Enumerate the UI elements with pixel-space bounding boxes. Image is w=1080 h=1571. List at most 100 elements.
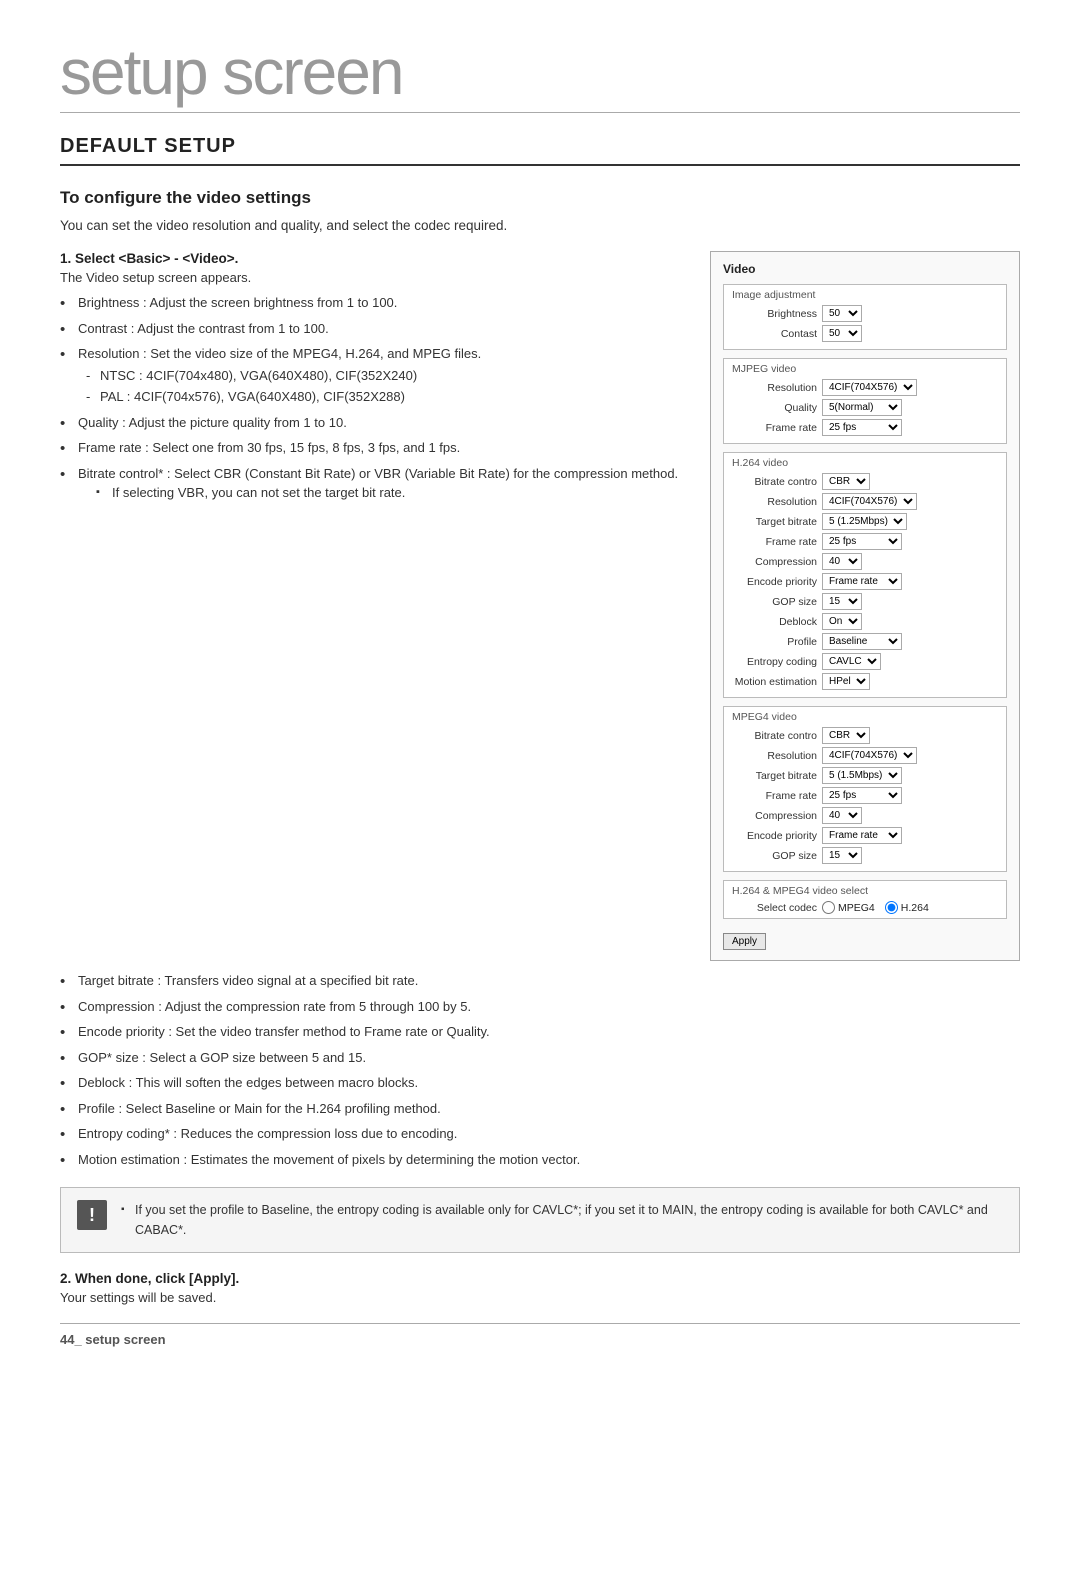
mpeg4-encodepriority-row: Encode priority Frame rate bbox=[732, 827, 998, 844]
section-heading: DEFAULT SETUP bbox=[60, 135, 1020, 166]
codec-mpeg4-radio[interactable] bbox=[822, 901, 835, 914]
video-panel: Video Image adjustment Brightness 50 Con… bbox=[710, 251, 1020, 961]
list-item: Profile : Select Baseline or Main for th… bbox=[60, 1099, 1020, 1119]
h264-gopsize-row: GOP size 15 bbox=[732, 593, 998, 610]
mpeg4-encodepriority-select[interactable]: Frame rate bbox=[822, 827, 902, 844]
contrast-row: Contast 50 bbox=[732, 325, 998, 342]
warning-note-list: If you set the profile to Baseline, the … bbox=[121, 1200, 1003, 1240]
h264-entropy-row: Entropy coding CAVLC bbox=[732, 653, 998, 670]
codec-h264-option[interactable]: H.264 bbox=[885, 901, 929, 914]
h264-motionest-select[interactable]: HPel bbox=[822, 673, 870, 690]
codec-select-group: H.264 & MPEG4 video select Select codec … bbox=[723, 880, 1007, 919]
h264-encodepriority-select[interactable]: Frame rate bbox=[822, 573, 902, 590]
h264-compression-select[interactable]: 40 bbox=[822, 553, 862, 570]
list-item: Frame rate : Select one from 30 fps, 15 … bbox=[60, 438, 680, 458]
h264-entropy-label: Entropy coding bbox=[732, 656, 822, 668]
step2-sub: Your settings will be saved. bbox=[60, 1290, 1020, 1305]
mpeg4-gopsize-select[interactable]: 15 bbox=[822, 847, 862, 864]
h264-compression-label: Compression bbox=[732, 556, 822, 568]
two-col-layout: 1. Select <Basic> - <Video>. The Video s… bbox=[60, 251, 1020, 961]
mpeg4-gopsize-row: GOP size 15 bbox=[732, 847, 998, 864]
list-item: If selecting VBR, you can not set the ta… bbox=[96, 483, 680, 503]
step1-bullet-list: Brightness : Adjust the screen brightnes… bbox=[60, 293, 680, 503]
mpeg4-resolution-label: Resolution bbox=[732, 750, 822, 762]
h264-bitrate-label: Bitrate contro bbox=[732, 476, 822, 488]
mjpeg-quality-label: Quality bbox=[732, 402, 822, 414]
h264-targetbitrate-row: Target bitrate 5 (1.25Mbps) bbox=[732, 513, 998, 530]
mpeg4-framerate-select[interactable]: 25 fps bbox=[822, 787, 902, 804]
mjpeg-label: MJPEG video bbox=[732, 363, 998, 375]
codec-mpeg4-option[interactable]: MPEG4 bbox=[822, 901, 875, 914]
mpeg4-targetbitrate-select[interactable]: 5 (1.5Mbps) bbox=[822, 767, 902, 784]
h264-targetbitrate-label: Target bitrate bbox=[732, 516, 822, 528]
mpeg4-gopsize-label: GOP size bbox=[732, 850, 822, 862]
mpeg4-bitrate-select[interactable]: CBR bbox=[822, 727, 870, 744]
resolution-sub-list: NTSC : 4CIF(704x480), VGA(640X480), CIF(… bbox=[86, 366, 680, 407]
image-adjustment-group: Image adjustment Brightness 50 Contast 5… bbox=[723, 284, 1007, 350]
step1-label: 1. Select <Basic> - <Video>. bbox=[60, 251, 680, 266]
list-item: Motion estimation : Estimates the moveme… bbox=[60, 1150, 1020, 1170]
h264-deblock-label: Deblock bbox=[732, 616, 822, 628]
list-item: Quality : Adjust the picture quality fro… bbox=[60, 413, 680, 433]
title-divider bbox=[60, 112, 1020, 113]
mpeg4-compression-row: Compression 40 bbox=[732, 807, 998, 824]
h264-resolution-label: Resolution bbox=[732, 496, 822, 508]
warning-note-item: If you set the profile to Baseline, the … bbox=[121, 1200, 1003, 1240]
h264-framerate-label: Frame rate bbox=[732, 536, 822, 548]
page-title: setup screen bbox=[60, 40, 1020, 104]
list-item: Compression : Adjust the compression rat… bbox=[60, 997, 1020, 1017]
mpeg4-compression-label: Compression bbox=[732, 810, 822, 822]
mpeg4-compression-select[interactable]: 40 bbox=[822, 807, 862, 824]
list-item: Bitrate control* : Select CBR (Constant … bbox=[60, 464, 680, 503]
intro-text: You can set the video resolution and qua… bbox=[60, 218, 1020, 233]
mpeg4-framerate-label: Frame rate bbox=[732, 790, 822, 802]
list-item: GOP* size : Select a GOP size between 5 … bbox=[60, 1048, 1020, 1068]
h264-framerate-select[interactable]: 25 fps bbox=[822, 533, 902, 550]
h264-resolution-select[interactable]: 4CIF(704X576) bbox=[822, 493, 917, 510]
mpeg4-targetbitrate-row: Target bitrate 5 (1.5Mbps) bbox=[732, 767, 998, 784]
h264-profile-label: Profile bbox=[732, 636, 822, 648]
mjpeg-framerate-select[interactable]: 25 fps bbox=[822, 419, 902, 436]
step1-sub: The Video setup screen appears. bbox=[60, 270, 680, 285]
h264-bitrate-select[interactable]: CBR bbox=[822, 473, 870, 490]
mpeg4-bitrate-row: Bitrate contro CBR bbox=[732, 727, 998, 744]
mpeg4-resolution-select[interactable]: 4CIF(704X576) bbox=[822, 747, 917, 764]
step2-number: 2. bbox=[60, 1271, 71, 1286]
list-item: Encode priority : Set the video transfer… bbox=[60, 1022, 1020, 1042]
mjpeg-resolution-select[interactable]: 4CIF(704X576) bbox=[822, 379, 917, 396]
apply-button[interactable]: Apply bbox=[723, 933, 766, 950]
step1-number: 1. bbox=[60, 251, 71, 266]
h264-targetbitrate-select[interactable]: 5 (1.25Mbps) bbox=[822, 513, 907, 530]
brightness-select[interactable]: 50 bbox=[822, 305, 862, 322]
codec-h264-radio[interactable] bbox=[885, 901, 898, 914]
list-item: PAL : 4CIF(704x576), VGA(640X480), CIF(3… bbox=[86, 387, 680, 407]
h264-profile-select[interactable]: Baseline bbox=[822, 633, 902, 650]
h264-deblock-row: Deblock On bbox=[732, 613, 998, 630]
mjpeg-group: MJPEG video Resolution 4CIF(704X576) Qua… bbox=[723, 358, 1007, 444]
list-item: Brightness : Adjust the screen brightnes… bbox=[60, 293, 680, 313]
mjpeg-resolution-label: Resolution bbox=[732, 382, 822, 394]
full-bullet-list: Target bitrate : Transfers video signal … bbox=[60, 971, 1020, 1169]
brightness-row: Brightness 50 bbox=[732, 305, 998, 322]
h264-gopsize-select[interactable]: 15 bbox=[822, 593, 862, 610]
video-panel-title: Video bbox=[723, 262, 1007, 276]
mpeg4-group: MPEG4 video Bitrate contro CBR Resolutio… bbox=[723, 706, 1007, 872]
vbr-note-list: If selecting VBR, you can not set the ta… bbox=[96, 483, 680, 503]
h264-entropy-select[interactable]: CAVLC bbox=[822, 653, 881, 670]
mpeg4-framerate-row: Frame rate 25 fps bbox=[732, 787, 998, 804]
sub-heading: To configure the video settings bbox=[60, 188, 1020, 208]
image-adjustment-label: Image adjustment bbox=[732, 289, 998, 301]
mpeg4-bitrate-label: Bitrate contro bbox=[732, 730, 822, 742]
mpeg4-encodepriority-label: Encode priority bbox=[732, 830, 822, 842]
page-footer: 44_ setup screen bbox=[60, 1323, 1020, 1347]
list-item: NTSC : 4CIF(704x480), VGA(640X480), CIF(… bbox=[86, 366, 680, 386]
h264-gopsize-label: GOP size bbox=[732, 596, 822, 608]
mjpeg-framerate-label: Frame rate bbox=[732, 422, 822, 434]
h264-deblock-select[interactable]: On bbox=[822, 613, 862, 630]
h264-compression-row: Compression 40 bbox=[732, 553, 998, 570]
contrast-select[interactable]: 50 bbox=[822, 325, 862, 342]
mjpeg-quality-select[interactable]: 5(Normal) bbox=[822, 399, 902, 416]
mpeg4-resolution-row: Resolution 4CIF(704X576) bbox=[732, 747, 998, 764]
h264-motionest-label: Motion estimation bbox=[732, 676, 822, 688]
brightness-label: Brightness bbox=[732, 308, 822, 320]
